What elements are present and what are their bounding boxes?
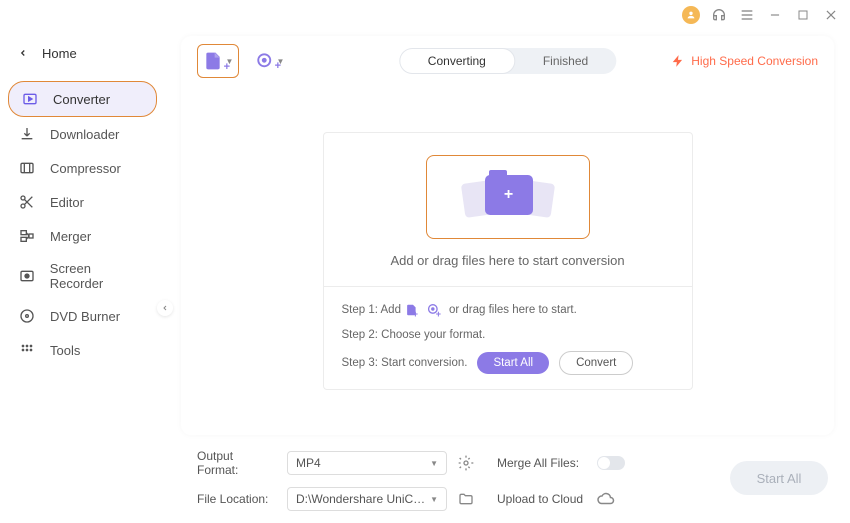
grid-icon [18, 341, 36, 359]
user-icon[interactable] [682, 6, 700, 24]
maximize-icon[interactable] [794, 6, 812, 24]
file-location-value: D:\Wondershare UniConverter 1 [296, 492, 430, 506]
disc-icon [18, 307, 36, 325]
steps-panel: Step 1: Add + + or drag files here to st… [324, 286, 692, 389]
back-icon [18, 46, 28, 61]
convert-button[interactable]: Convert [559, 351, 633, 375]
tab-converting[interactable]: Converting [399, 48, 515, 74]
add-file-icon[interactable]: + [405, 301, 423, 319]
dropzone-text: Add or drag files here to start conversi… [334, 253, 682, 268]
close-icon[interactable] [822, 6, 840, 24]
sidebar-item-label: Screen Recorder [50, 261, 147, 291]
high-speed-label: High Speed Conversion [691, 54, 818, 68]
output-format-select[interactable]: MP4 ▼ [287, 451, 447, 475]
step1-label-b: or drag files here to start. [449, 304, 577, 316]
file-location-label: File Location: [197, 492, 277, 506]
toolbar: + ▼ + ▼ Converting Finished High Speed C… [181, 36, 834, 86]
sidebar-item-label: Compressor [50, 161, 121, 176]
menu-icon[interactable] [738, 6, 756, 24]
sidebar-item-compressor[interactable]: Compressor [0, 151, 165, 185]
add-dvd-icon[interactable]: + [427, 301, 445, 319]
sidebar-item-label: Editor [50, 195, 84, 210]
scissors-icon [18, 193, 36, 211]
sidebar: Home Converter Downloader Compressor Edi… [0, 30, 165, 523]
lightning-icon [671, 54, 685, 68]
main-area: + ▼ + ▼ Converting Finished High Speed C… [165, 30, 850, 523]
file-location-select[interactable]: D:\Wondershare UniConverter 1 ▼ [287, 487, 447, 511]
step1-label-a: Step 1: Add [342, 304, 401, 316]
sidebar-item-downloader[interactable]: Downloader [0, 117, 165, 151]
sidebar-item-label: Tools [50, 343, 80, 358]
output-format-label: Output Format: [197, 449, 277, 477]
step3-label: Step 3: Start conversion. [342, 357, 468, 369]
start-all-small-button[interactable]: Start All [477, 352, 549, 374]
folder-icon: + [463, 167, 553, 227]
sidebar-item-converter[interactable]: Converter [8, 81, 157, 117]
download-icon [18, 125, 36, 143]
start-all-button[interactable]: Start All [730, 461, 828, 495]
home-label: Home [42, 46, 77, 61]
minimize-icon[interactable] [766, 6, 784, 24]
add-file-button[interactable]: + ▼ [197, 44, 239, 78]
compress-icon [18, 159, 36, 177]
sidebar-item-editor[interactable]: Editor [0, 185, 165, 219]
merge-files-label: Merge All Files: [497, 456, 587, 470]
step2-label: Step 2: Choose your format. [342, 329, 486, 341]
sidebar-item-dvd-burner[interactable]: DVD Burner [0, 299, 165, 333]
status-tabs: Converting Finished [399, 48, 616, 74]
titlebar [0, 0, 850, 30]
sidebar-item-label: DVD Burner [50, 309, 120, 324]
record-icon [18, 267, 36, 285]
settings-icon[interactable] [457, 454, 475, 472]
sidebar-item-label: Converter [53, 92, 110, 107]
sidebar-item-tools[interactable]: Tools [0, 333, 165, 367]
cloud-icon[interactable] [597, 490, 615, 508]
home-button[interactable]: Home [0, 38, 165, 69]
sidebar-item-merger[interactable]: Merger [0, 219, 165, 253]
sidebar-item-label: Downloader [50, 127, 119, 142]
sidebar-item-label: Merger [50, 229, 91, 244]
collapse-sidebar-button[interactable] [157, 300, 173, 316]
upload-cloud-label: Upload to Cloud [497, 492, 587, 506]
dropzone-card: + Add or drag files here to start conver… [323, 132, 693, 390]
chevron-down-icon: ▼ [430, 495, 438, 504]
dropzone[interactable]: + [426, 155, 590, 239]
add-dvd-button[interactable]: + ▼ [249, 44, 291, 78]
sidebar-item-screen-recorder[interactable]: Screen Recorder [0, 253, 165, 299]
high-speed-button[interactable]: High Speed Conversion [671, 54, 818, 68]
converter-icon [21, 90, 39, 108]
open-folder-icon[interactable] [457, 490, 475, 508]
merge-icon [18, 227, 36, 245]
tab-finished[interactable]: Finished [515, 48, 616, 74]
merge-files-toggle[interactable] [597, 456, 625, 470]
support-icon[interactable] [710, 6, 728, 24]
chevron-down-icon: ▼ [430, 459, 438, 468]
output-format-value: MP4 [296, 456, 321, 470]
